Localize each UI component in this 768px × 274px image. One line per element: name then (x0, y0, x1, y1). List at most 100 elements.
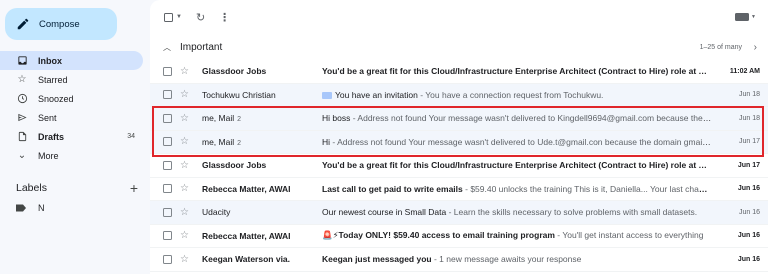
sender-name: Glassdoor Jobs (202, 66, 267, 77)
select-all-checkbox[interactable] (164, 12, 173, 22)
table-row[interactable]: ☆ Rebecca Matter, AWAI 🚨⚡Today ONLY! $59.4… (150, 224, 768, 248)
sidebar-item-starred[interactable]: ☆ Starred (0, 70, 143, 89)
compose-button[interactable]: Compose (5, 8, 117, 40)
sender-name: me, Mail (202, 113, 235, 124)
email-date: Jun 18 (738, 114, 760, 122)
email-snippet: - Address not found Your message wasn't … (352, 113, 712, 124)
table-row[interactable]: ☆ me, Mail 2 Hi - Address not found Your me… (150, 130, 768, 154)
label-name: N (38, 203, 45, 213)
input-tools[interactable]: ▼ (735, 13, 756, 21)
sidebar-nav: Inbox ☆ Starred Snoozed Sent Drafts 34 ⌄ (0, 51, 143, 165)
row-checkbox[interactable] (163, 160, 172, 170)
collapse-chevron-icon[interactable]: ︿ (163, 42, 171, 53)
email-date: Jun 18 (738, 91, 760, 99)
sidebar-item-label: Drafts (38, 131, 65, 142)
sidebar-item-label: Sent (38, 112, 57, 123)
compose-label: Compose (39, 18, 80, 30)
email-sender: me, Mail 2 (202, 137, 322, 147)
star-icon[interactable]: ☆ (180, 230, 194, 241)
row-checkbox[interactable] (163, 184, 172, 194)
send-icon (16, 112, 28, 124)
pagination-range: 1–25 of many (699, 43, 742, 51)
table-row[interactable]: ☆ Keegan Waterson via. Keegan just message… (150, 248, 768, 272)
thread-count: 2 (237, 139, 242, 147)
sidebar-item-inbox[interactable]: Inbox (0, 51, 143, 70)
email-date: Jun 16 (737, 255, 760, 263)
row-checkbox[interactable] (163, 113, 172, 123)
sidebar-item-snoozed[interactable]: Snoozed (0, 89, 143, 108)
email-snippet: - Address not found Your message wasn't … (332, 136, 712, 147)
star-icon: ☆ (17, 74, 27, 85)
email-date: Jun 17 (737, 161, 760, 169)
email-subject: 🚨⚡Today ONLY! $59.40 access to email tra… (322, 230, 555, 241)
sidebar-item-label: Snoozed (38, 93, 74, 104)
email-sender: Rebecca Matter, AWAI (202, 184, 322, 194)
gmail-app: Compose Inbox ☆ Starred Snoozed Sent Dra… (0, 0, 768, 274)
labels-header: Labels + (16, 181, 138, 195)
email-content: You'd be a great fit for this Cloud/Infr… (322, 66, 712, 76)
sidebar-item-drafts[interactable]: Drafts 34 (0, 127, 143, 146)
row-checkbox[interactable] (163, 66, 172, 76)
email-content: Last call to get paid to write emails - … (322, 184, 712, 194)
row-checkbox[interactable] (163, 207, 172, 217)
star-icon[interactable]: ☆ (180, 160, 194, 171)
drafts-count: 34 (127, 133, 135, 140)
row-checkbox[interactable] (163, 231, 172, 241)
email-subject: You'd be a great fit for this Cloud/Infr… (322, 160, 712, 171)
table-row[interactable]: ☆ me, Mail 2 Hi boss - Address not found Yo… (150, 107, 768, 131)
table-row[interactable]: ☆ Tochukwu Christian You have an invitatio… (150, 83, 768, 107)
email-date: Jun 16 (738, 208, 760, 216)
keyboard-icon (735, 13, 750, 21)
email-snippet: - $59.40 unlocks the training This is it… (462, 183, 712, 194)
section-title: Important (180, 41, 223, 53)
table-row[interactable]: ☆ Glassdoor Jobs You'd be a great fit for … (150, 154, 768, 178)
chevron-down-icon: ▼ (751, 14, 756, 20)
row-checkbox[interactable] (163, 254, 172, 264)
sidebar-item-more[interactable]: ⌄ More (0, 146, 143, 165)
sidebar-label-n[interactable]: N (16, 203, 45, 213)
email-date: Jun 16 (737, 232, 760, 240)
mail-list-panel: ▼ ↻ ⋮ ▼ ︿ Important 1–25 of many › ☆ Glas… (150, 0, 768, 274)
section-header-important[interactable]: ︿ Important 1–25 of many › (150, 36, 768, 58)
star-icon[interactable]: ☆ (180, 136, 194, 147)
email-snippet: - 1 new message awaits your response (431, 254, 582, 265)
select-dropdown-icon[interactable]: ▼ (176, 14, 182, 20)
more-vert-icon[interactable]: ⋮ (219, 11, 230, 24)
next-page-icon[interactable]: › (754, 42, 757, 53)
email-subject: You have an invitation (335, 89, 418, 100)
star-icon[interactable]: ☆ (180, 113, 194, 124)
star-icon[interactable]: ☆ (180, 66, 194, 77)
sender-name: Udacity (202, 207, 231, 218)
email-content: Keegan just messaged you - 1 new message… (322, 254, 712, 264)
email-subject: Last call to get paid to write emails (322, 183, 463, 194)
sidebar-item-sent[interactable]: Sent (0, 108, 143, 127)
email-date: Jun 17 (738, 138, 760, 146)
clock-icon (16, 93, 28, 105)
star-icon[interactable]: ☆ (180, 183, 194, 194)
email-snippet: - Learn the skills necessary to solve pr… (446, 207, 698, 218)
table-row[interactable]: ☆ Glassdoor Jobs You'd be a great fit for … (150, 60, 768, 84)
add-label-icon[interactable]: + (130, 181, 138, 195)
row-checkbox[interactable] (163, 90, 172, 100)
star-icon[interactable]: ☆ (180, 89, 194, 100)
email-snippet: - You have a connection request from Toc… (417, 89, 604, 100)
email-sender: Tochukwu Christian (202, 90, 322, 100)
email-content: You'd be a great fit for this Cloud/Infr… (322, 160, 712, 170)
sidebar-item-label: Starred (38, 74, 68, 85)
email-sender: me, Mail 2 (202, 113, 322, 123)
email-content: Hi boss - Address not found Your message… (322, 113, 712, 123)
sender-name: Glassdoor Jobs (202, 160, 267, 171)
table-row[interactable]: ☆ Rebecca Matter, AWAI Last call to get pa… (150, 177, 768, 201)
email-list: ☆ Glassdoor Jobs You'd be a great fit for … (150, 60, 768, 272)
email-subject: Our newest course in Small Data (322, 207, 447, 218)
star-icon[interactable]: ☆ (180, 207, 194, 218)
sidebar-item-label: More (38, 150, 59, 161)
email-subject: Keegan just messaged you (322, 254, 432, 265)
email-date: 11:02 AM (729, 67, 760, 75)
star-icon[interactable]: ☆ (180, 254, 194, 265)
table-row[interactable]: ☆ Udacity Our newest course in Small Data … (150, 201, 768, 225)
email-sender: Glassdoor Jobs (202, 66, 322, 76)
refresh-icon[interactable]: ↻ (196, 11, 205, 24)
email-sender: Udacity (202, 207, 322, 217)
row-checkbox[interactable] (163, 137, 172, 147)
